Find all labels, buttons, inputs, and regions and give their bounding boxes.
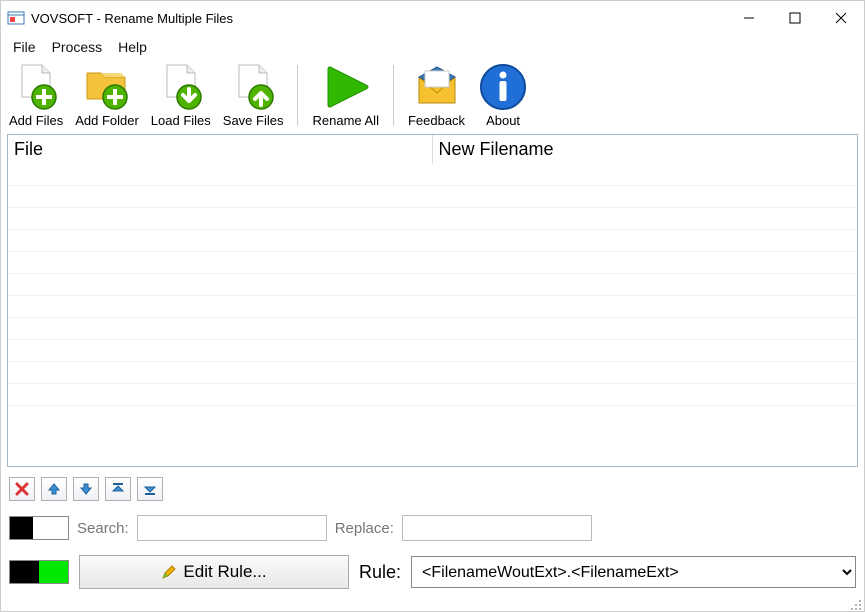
rule-label: Rule:	[359, 562, 401, 583]
move-bottom-button[interactable]	[137, 477, 163, 501]
load-files-label: Load Files	[151, 113, 211, 128]
menu-process[interactable]: Process	[46, 37, 109, 57]
search-label: Search:	[77, 520, 129, 537]
table-row	[8, 318, 857, 340]
table-row	[8, 186, 857, 208]
table-row	[8, 362, 857, 384]
minimize-icon	[743, 12, 755, 24]
menu-help[interactable]: Help	[112, 37, 153, 57]
search-replace-row: Search: Replace:	[1, 505, 864, 547]
search-input[interactable]	[137, 515, 327, 541]
about-button[interactable]: About	[473, 61, 533, 130]
window-title: VOVSOFT - Rename Multiple Files	[31, 11, 726, 26]
arrow-up-icon	[47, 482, 61, 496]
maximize-icon	[789, 12, 801, 24]
info-icon	[479, 63, 527, 111]
menu-bar: File Process Help	[1, 35, 864, 59]
replace-label: Replace:	[335, 520, 394, 537]
table-row	[8, 208, 857, 230]
add-files-icon	[12, 63, 60, 111]
toolbar-separator	[393, 65, 394, 126]
toolbar-separator	[297, 65, 298, 126]
resize-grip-icon[interactable]	[850, 599, 862, 611]
play-icon	[322, 63, 370, 111]
close-icon	[835, 12, 847, 24]
add-folder-icon	[83, 63, 131, 111]
maximize-button[interactable]	[772, 2, 818, 34]
table-row	[8, 296, 857, 318]
feedback-button[interactable]: Feedback	[404, 61, 469, 130]
table-row	[8, 274, 857, 296]
arrow-down-icon	[79, 482, 93, 496]
table-row	[8, 384, 857, 406]
title-bar: VOVSOFT - Rename Multiple Files	[1, 1, 864, 35]
edit-rule-button[interactable]: Edit Rule...	[79, 555, 349, 589]
table-row	[8, 230, 857, 252]
rule-row: Edit Rule... Rule: <FilenameWoutExt>.<Fi…	[1, 547, 864, 597]
minimize-button[interactable]	[726, 2, 772, 34]
move-up-button[interactable]	[41, 477, 67, 501]
file-grid[interactable]: File New Filename	[7, 134, 858, 467]
file-grid-header: File New Filename	[8, 135, 857, 164]
move-top-button[interactable]	[105, 477, 131, 501]
col-file-header[interactable]: File	[8, 135, 433, 164]
rule-color-box[interactable]	[9, 560, 69, 584]
rename-all-button[interactable]: Rename All	[308, 61, 382, 130]
menu-file[interactable]: File	[7, 37, 42, 57]
search-color-box[interactable]	[9, 516, 69, 540]
delete-button[interactable]	[9, 477, 35, 501]
add-folder-label: Add Folder	[75, 113, 139, 128]
load-files-icon	[157, 63, 205, 111]
table-row	[8, 252, 857, 274]
about-label: About	[486, 113, 520, 128]
replace-input[interactable]	[402, 515, 592, 541]
add-folder-button[interactable]: Add Folder	[71, 61, 143, 130]
load-files-button[interactable]: Load Files	[147, 61, 215, 130]
table-row	[8, 164, 857, 186]
table-row	[8, 340, 857, 362]
rename-all-label: Rename All	[312, 113, 378, 128]
envelope-icon	[413, 63, 461, 111]
list-action-bar	[1, 473, 864, 505]
add-files-button[interactable]: Add Files	[5, 61, 67, 130]
app-icon	[7, 9, 25, 27]
add-files-label: Add Files	[9, 113, 63, 128]
status-bar	[1, 597, 864, 611]
arrow-top-icon	[111, 482, 125, 496]
file-grid-body[interactable]	[8, 164, 857, 466]
save-files-button[interactable]: Save Files	[219, 61, 288, 130]
move-down-button[interactable]	[73, 477, 99, 501]
feedback-label: Feedback	[408, 113, 465, 128]
toolbar: Add Files Add Folder Load Files	[1, 59, 864, 134]
arrow-bottom-icon	[143, 482, 157, 496]
rule-select[interactable]: <FilenameWoutExt>.<FilenameExt>	[411, 556, 856, 588]
col-newname-header[interactable]: New Filename	[433, 135, 858, 164]
save-files-icon	[229, 63, 277, 111]
close-button[interactable]	[818, 2, 864, 34]
pencil-icon	[161, 564, 177, 580]
edit-rule-label: Edit Rule...	[183, 562, 266, 582]
save-files-label: Save Files	[223, 113, 284, 128]
delete-icon	[15, 482, 29, 496]
